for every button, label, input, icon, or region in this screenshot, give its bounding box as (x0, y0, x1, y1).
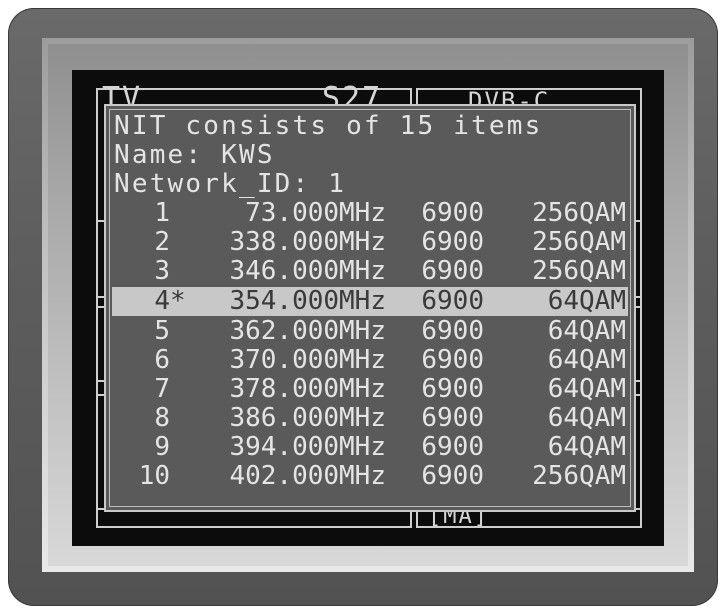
row-index: 1 (154, 198, 170, 228)
row-symbol-rate: 6900 (421, 403, 484, 433)
row-symbol-rate: 6900 (421, 345, 484, 375)
row-frequency: 370.000MHz (229, 345, 386, 375)
nit-popup: NIT consists of 15 items Name: KWS Netwo… (104, 104, 636, 512)
nit-row[interactable]: 5 362.000MHz 6900 64QAM (114, 317, 626, 346)
row-index: 8 (154, 403, 170, 433)
row-index: 4 (154, 286, 170, 316)
nit-row[interactable]: 3 346.000MHz 6900 256QAM (114, 257, 626, 286)
row-symbol-rate: 6900 (421, 432, 484, 462)
nit-row[interactable]: 7 378.000MHz 6900 64QAM (114, 375, 626, 404)
nit-row[interactable]: 9 394.000MHz 6900 64QAM (114, 433, 626, 462)
row-index: 5 (154, 316, 170, 346)
row-symbol-rate: 6900 (421, 256, 484, 286)
row-modulation: 256QAM (532, 461, 626, 491)
row-index: 7 (154, 374, 170, 404)
row-modulation: 64QAM (547, 403, 626, 433)
lcd-screen: TV S27 DVB-C [MA] NIT consists of 15 ite… (72, 70, 664, 546)
row-modulation: 64QAM (547, 286, 626, 316)
row-modulation: 256QAM (532, 256, 626, 286)
network-name: Name: KWS (114, 140, 275, 170)
nit-row-selected[interactable]: 4 * 354.000MHz 6900 64QAM (112, 287, 628, 316)
row-frequency: 73.000MHz (245, 198, 386, 228)
row-frequency: 362.000MHz (229, 316, 386, 346)
row-frequency: 402.000MHz (229, 461, 386, 491)
row-frequency: 346.000MHz (229, 256, 386, 286)
row-index: 3 (154, 256, 170, 286)
row-index: 10 (138, 461, 170, 491)
row-modulation: 256QAM (532, 198, 626, 228)
network-id: Network_ID: 1 (114, 169, 347, 199)
nit-row[interactable]: 10 402.000MHz 6900 256QAM (114, 462, 626, 491)
row-frequency: 338.000MHz (229, 227, 386, 257)
row-symbol-rate: 6900 (421, 316, 484, 346)
nit-row[interactable]: 8 386.000MHz 6900 64QAM (114, 404, 626, 433)
row-symbol-rate: 6900 (421, 374, 484, 404)
row-frequency: 354.000MHz (229, 286, 386, 316)
row-index: 6 (154, 345, 170, 375)
row-modulation: 64QAM (547, 316, 626, 346)
row-index: 2 (154, 227, 170, 257)
row-symbol-rate: 6900 (421, 286, 484, 316)
row-modulation: 64QAM (547, 345, 626, 375)
nit-row[interactable]: 2 338.000MHz 6900 256QAM (114, 228, 626, 257)
row-frequency: 378.000MHz (229, 374, 386, 404)
row-symbol-rate: 6900 (421, 461, 484, 491)
row-modulation: 256QAM (532, 227, 626, 257)
row-frequency: 386.000MHz (229, 403, 386, 433)
row-symbol-rate: 6900 (421, 198, 484, 228)
row-frequency: 394.000MHz (229, 432, 386, 462)
row-modulation: 64QAM (547, 374, 626, 404)
nit-row[interactable]: 1 73.000MHz 6900 256QAM (114, 199, 626, 228)
nit-row[interactable]: 6 370.000MHz 6900 64QAM (114, 346, 626, 375)
nit-header: NIT consists of 15 items (114, 111, 543, 141)
row-symbol-rate: 6900 (421, 227, 484, 257)
row-modulation: 64QAM (547, 432, 626, 462)
row-index: 9 (154, 432, 170, 462)
